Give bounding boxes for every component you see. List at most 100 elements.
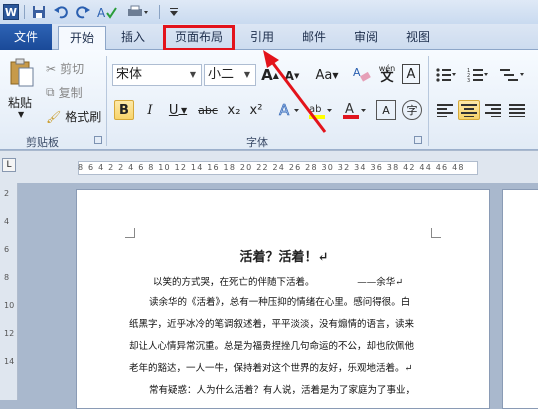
document-line[interactable]: 以笑的方式哭，在死亡的伴随下活着。 ——余华↵ [153, 274, 403, 288]
horizontal-ruler[interactable]: L 8 6 4 2 2 4 6 8 10 12 14 16 18 20 22 2… [0, 151, 538, 183]
save-icon[interactable] [30, 3, 48, 21]
clipboard-launcher-icon[interactable] [94, 136, 102, 144]
document-workspace[interactable]: 活着？活着！↵ 以笑的方式哭，在死亡的伴随下活着。 ——余华↵ 读余华的《活着》… [18, 183, 538, 409]
subscript-label: x₂ [227, 102, 241, 118]
document-line[interactable]: 老年的豁达，一人一牛，保持着对这个世界的友好，乐观地活着。↵ [129, 360, 412, 374]
font-color-letter: A [345, 102, 354, 117]
vruler-tick: 12 [4, 329, 15, 338]
redo-icon[interactable] [74, 3, 92, 21]
vruler-tick: 6 [4, 245, 10, 254]
strikethrough-button[interactable]: abc [196, 100, 220, 120]
align-left-icon[interactable] [434, 100, 456, 120]
document-line[interactable]: 读余华的《活着》，总有一种压抑的情绪在心里。感问得很。白 [149, 294, 410, 308]
highlight-color-icon[interactable]: ab [306, 98, 334, 122]
character-shading-button[interactable]: A [376, 100, 396, 120]
change-case-button[interactable]: Aa ▼ [312, 64, 342, 86]
multilevel-list-icon[interactable] [498, 64, 528, 86]
format-painter-icon: 🖌 [46, 109, 62, 124]
bold-button[interactable]: B [114, 100, 134, 120]
copy-button[interactable]: ⧉ 复制 [46, 84, 83, 101]
align-right-icon[interactable] [482, 100, 504, 120]
paste-button[interactable]: 粘贴 [8, 94, 32, 111]
document-line[interactable]: 纸黑字，近乎冰冷的笔调叙述着，平平淡淡，没有煽情的语言，读来 [129, 316, 414, 330]
document-line[interactable]: 却让人心情异常沉重。总是为福贵捏挫几句命运的不公，却也欣佩他 [129, 338, 414, 352]
superscript-button[interactable]: x² [246, 100, 266, 120]
svg-text:A: A [353, 66, 361, 79]
italic-button[interactable]: I [140, 100, 160, 120]
svg-text:3: 3 [467, 78, 470, 83]
format-painter-button[interactable]: 🖌 格式刷 [46, 108, 101, 125]
document-title[interactable]: 活着？活着！↵ [77, 246, 491, 265]
font-color-button[interactable]: A [340, 98, 368, 122]
qat-separator [24, 5, 25, 19]
vertical-ruler[interactable]: 2 4 6 8 10 12 14 [0, 183, 18, 400]
ruler-ticks: 8 6 4 2 2 4 6 8 10 12 14 16 18 20 22 24 … [78, 163, 465, 172]
group-separator-2 [428, 56, 429, 146]
clear-formatting-icon[interactable]: A [350, 62, 374, 86]
ribbon-tab-bar: 文件 开始 插入 页面布局 引用 邮件 审阅 视图 [0, 24, 538, 51]
clipboard-group-label: 剪贴板 [26, 136, 59, 149]
crop-mark-top-right [431, 228, 441, 238]
change-case-label: Aa [315, 67, 333, 83]
vruler-tick: 10 [4, 301, 15, 310]
superscript-label: x² [249, 102, 263, 118]
enclose-label: 字 [406, 104, 418, 117]
align-center-icon[interactable] [458, 100, 480, 120]
scissors-icon: ✂ [46, 61, 57, 76]
font-size-dropdown-icon[interactable]: ▼ [241, 65, 253, 85]
spelling-check-icon[interactable]: A [96, 3, 122, 21]
document-page[interactable]: 活着？活着！↵ 以笑的方式哭，在死亡的伴随下活着。 ——余华↵ 读余华的《活着》… [76, 189, 490, 409]
paste-dropdown-icon[interactable]: ▼ [18, 110, 24, 119]
vruler-tick: 2 [4, 189, 10, 198]
enclose-characters-button[interactable]: 字 [402, 100, 422, 120]
grow-font-icon: A [261, 66, 273, 84]
vruler-tick: 8 [4, 273, 10, 282]
underline-button[interactable]: U ▼ [164, 100, 192, 120]
copy-icon: ⧉ [46, 85, 55, 99]
font-family-combo[interactable]: 宋体 ▼ [112, 64, 202, 86]
justify-icon[interactable] [506, 100, 528, 120]
undo-icon[interactable] [52, 3, 70, 21]
tab-page-layout[interactable]: 页面布局 [163, 25, 235, 51]
svg-text:A: A [279, 101, 290, 119]
text-effects-icon[interactable]: A [276, 98, 302, 122]
strikethrough-label: abc [198, 103, 218, 117]
numbering-icon[interactable]: 123 [466, 64, 490, 86]
tab-insert[interactable]: 插入 [108, 26, 158, 50]
crop-mark-top-left [125, 228, 135, 238]
phonetic-char-icon: 文 [380, 70, 394, 85]
cut-button[interactable]: ✂ 剪切 [46, 60, 84, 77]
tab-file[interactable]: 文件 [0, 24, 52, 50]
shrink-font-button[interactable]: A ▼ [282, 66, 302, 86]
font-size-combo[interactable]: 小二 ▼ [204, 64, 256, 86]
char-border-button[interactable]: A [402, 64, 420, 84]
font-group-label: 字体 [246, 136, 268, 149]
bullets-icon[interactable] [434, 64, 458, 86]
svg-text:ab: ab [309, 104, 321, 115]
word-app-icon[interactable]: W [3, 4, 19, 20]
bold-label: B [119, 102, 129, 118]
tab-mailings[interactable]: 邮件 [292, 26, 336, 50]
qat-separator-2 [159, 5, 160, 19]
font-size-value: 小二 [208, 67, 235, 82]
print-preview-icon[interactable] [126, 3, 150, 21]
tab-references[interactable]: 引用 [240, 26, 284, 50]
vruler-tick: 14 [4, 357, 15, 366]
font-family-dropdown-icon[interactable]: ▼ [187, 65, 199, 85]
shrink-font-icon: A [284, 69, 294, 83]
tab-home[interactable]: 开始 [58, 26, 106, 51]
underline-label: U [168, 102, 179, 118]
grow-font-button[interactable]: A ▲ [260, 64, 280, 86]
subscript-button[interactable]: x₂ [224, 100, 244, 120]
svg-text:A: A [97, 6, 106, 19]
vruler-tick: 4 [4, 217, 10, 226]
shading-letter: A [382, 103, 390, 117]
font-launcher-icon[interactable] [414, 136, 422, 144]
tab-review[interactable]: 审阅 [344, 26, 388, 50]
tab-selector-icon[interactable]: L [2, 158, 16, 172]
paste-icon[interactable] [6, 56, 38, 90]
tab-view[interactable]: 视图 [396, 26, 440, 50]
customize-qat-icon[interactable] [165, 3, 183, 21]
phonetic-guide-button[interactable]: wén 文 [376, 60, 398, 86]
document-line[interactable]: 常有疑惑：人为什么活着？有人说，活着是为了家庭为了事业， [149, 382, 415, 396]
